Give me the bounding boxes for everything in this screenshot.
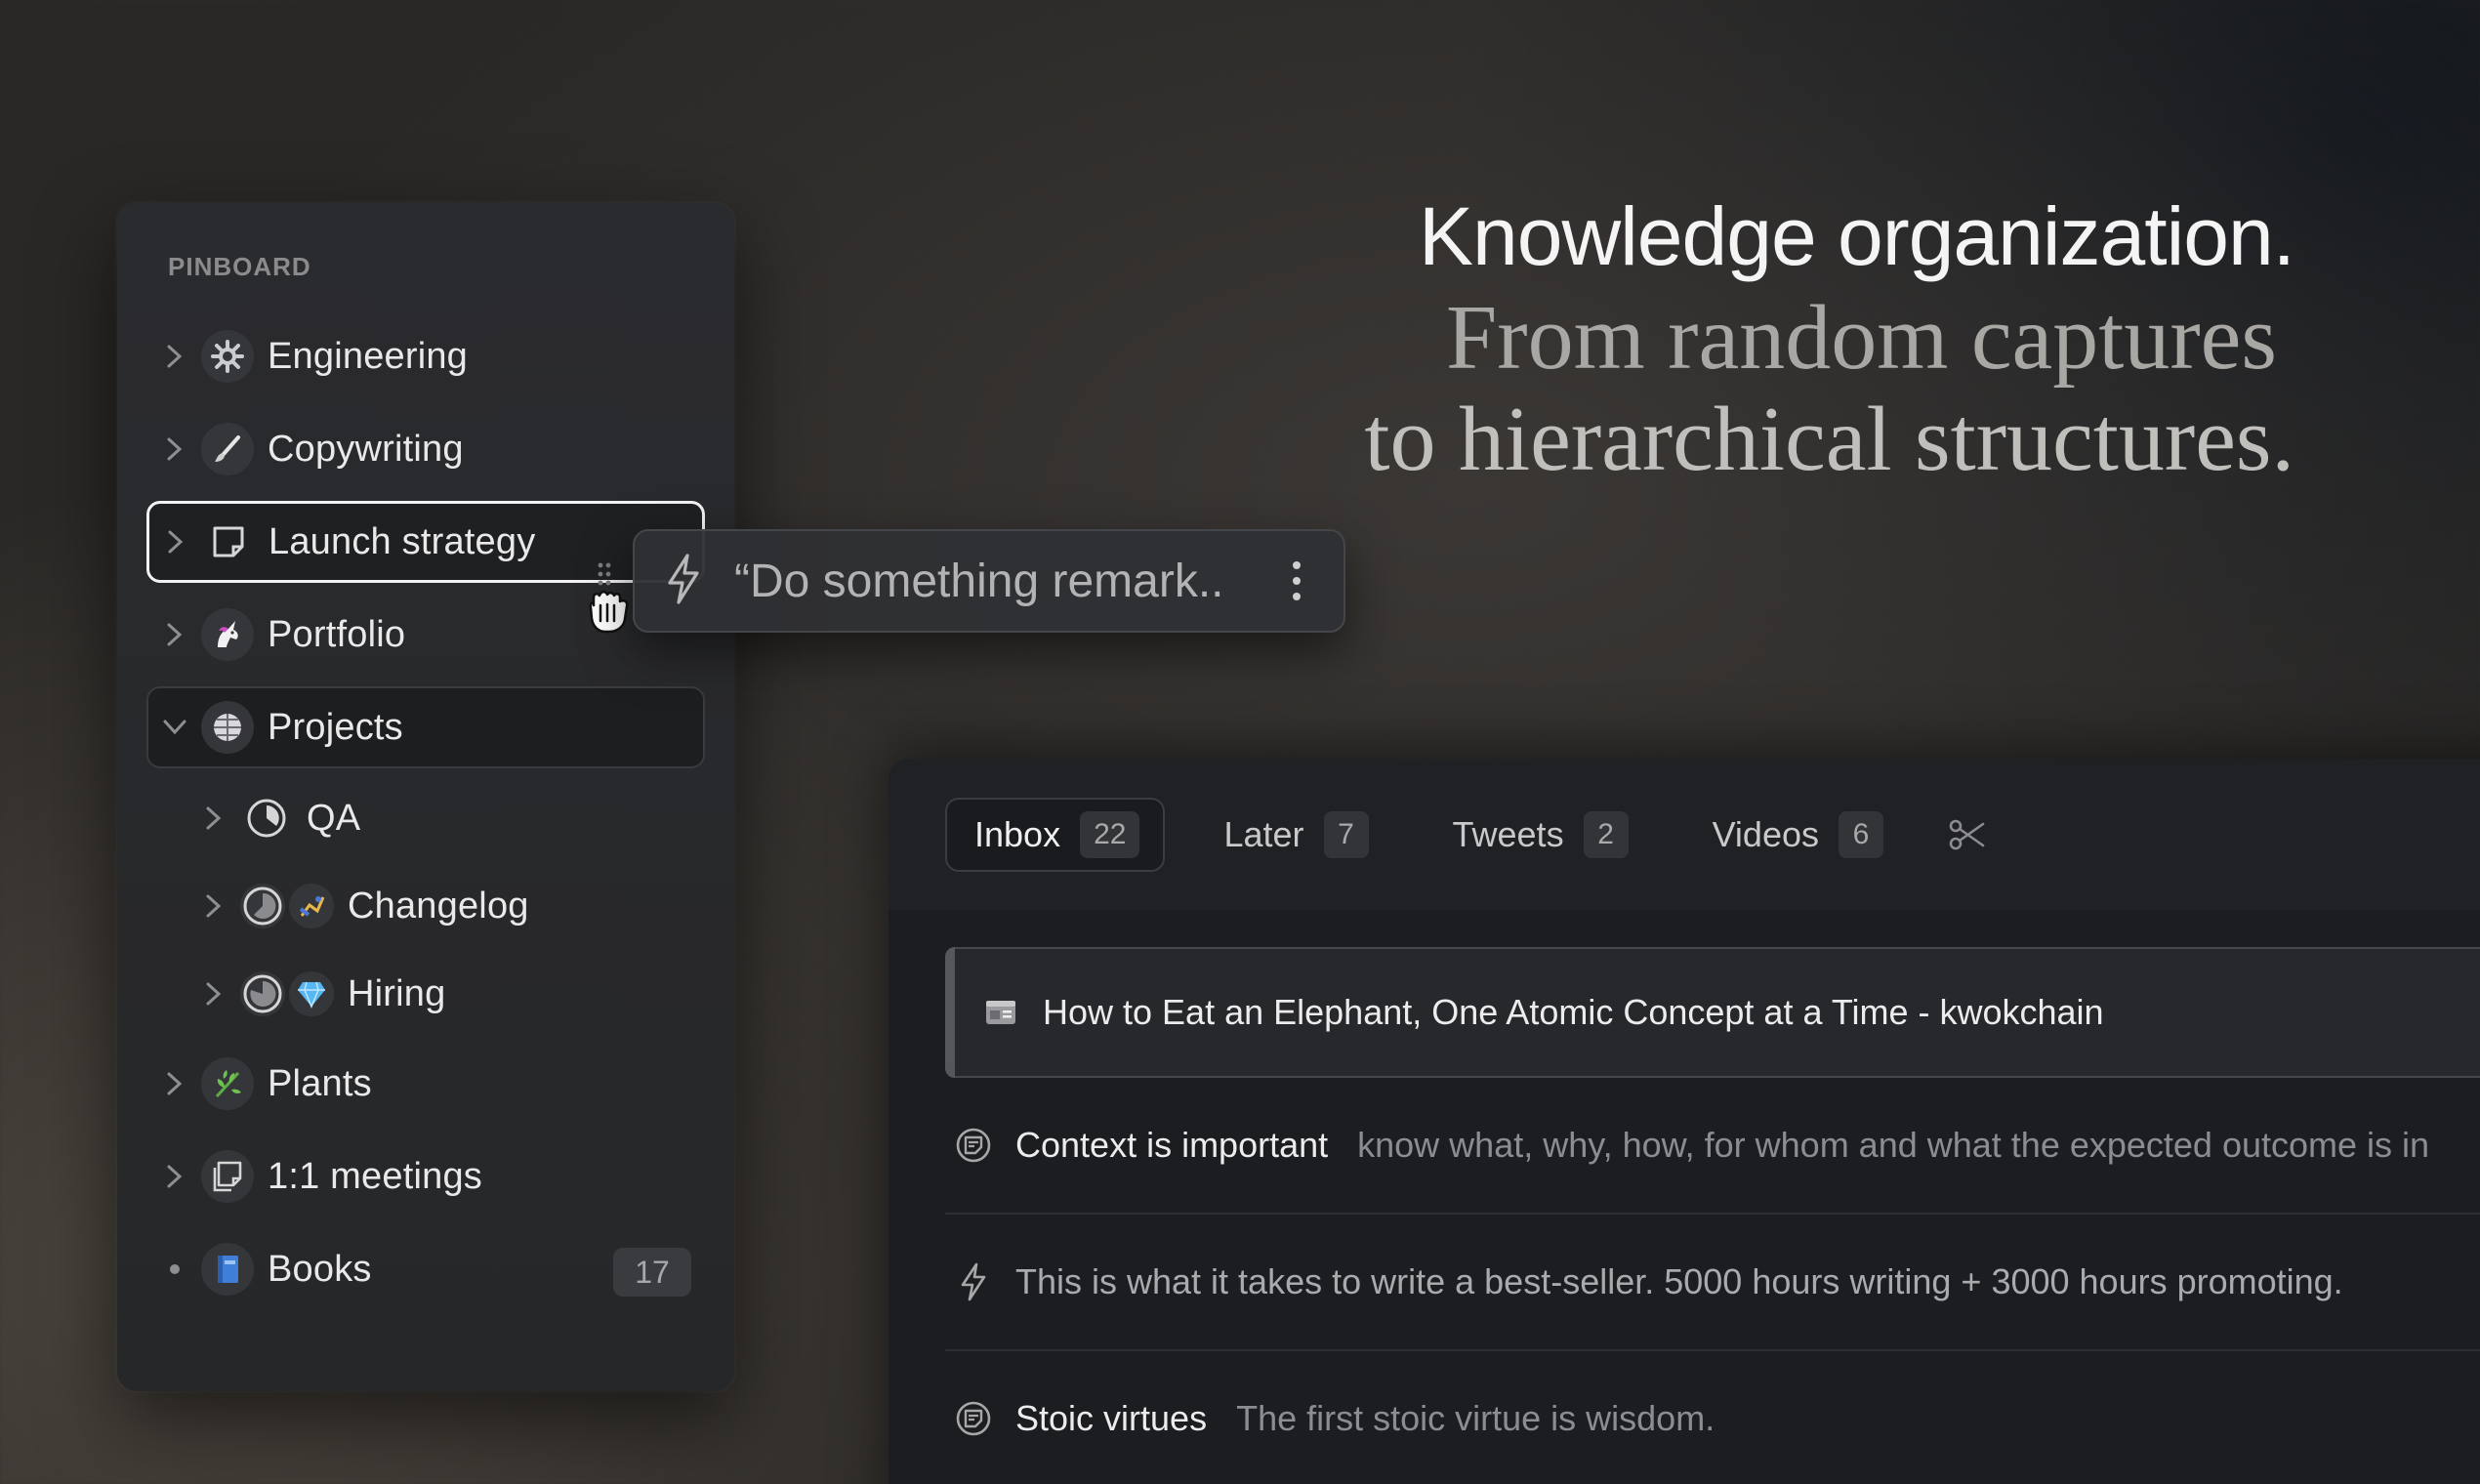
pinboard-sidebar: PINBOARD Engineering Copywriting Launch …	[117, 203, 734, 1391]
inbox-panel: Inbox 22 Later 7 Tweets 2 Videos 6 How t…	[889, 759, 2480, 1484]
stacked-notes-icon	[201, 1150, 254, 1203]
dragged-card-text: “Do something remark..	[734, 555, 1224, 607]
sidebar-item-launch-strategy[interactable]: Launch strategy	[146, 501, 705, 583]
tab-label: Inbox	[974, 813, 1061, 854]
sidebar-item-label: QA	[307, 797, 361, 839]
book-icon	[201, 1243, 254, 1296]
tab-label: Later	[1223, 813, 1304, 854]
list-item-title: This is what it takes to write a best-se…	[1015, 1261, 2343, 1301]
sidebar-item-label: Projects	[268, 706, 403, 748]
progress-icon	[240, 971, 285, 1016]
item-count-badge: 17	[613, 1248, 691, 1297]
globe-icon	[201, 701, 254, 754]
sidebar-item-plants[interactable]: Plants	[146, 1043, 705, 1125]
list-item[interactable]: This is what it takes to write a best-se…	[945, 1215, 2480, 1351]
inbox-list: How to Eat an Elephant, One Atomic Conce…	[889, 947, 2480, 1484]
scissors-icon[interactable]	[1938, 818, 1997, 851]
list-item[interactable]: How to Eat an Elephant, One Atomic Conce…	[945, 947, 2480, 1078]
note-icon	[953, 1398, 994, 1439]
sidebar-item-books[interactable]: Books 17	[146, 1228, 705, 1310]
webpage-icon	[980, 992, 1021, 1033]
diamond-icon	[289, 971, 334, 1016]
tab-count: 2	[1583, 810, 1629, 858]
sidebar-item-label: Launch strategy	[269, 520, 536, 562]
progress-and-launch-icons	[240, 880, 334, 932]
list-item[interactable]: Stoic virtues The first stoic virtue is …	[945, 1351, 2480, 1484]
hero-title: Knowledge organization.	[1419, 190, 2295, 282]
unicorn-icon	[201, 608, 254, 661]
hero-subtitle-line-2: to hierarchical structures.	[1364, 389, 2294, 490]
tab-videos[interactable]: Videos 6	[1683, 798, 1909, 872]
progress-icon	[240, 884, 285, 928]
brush-icon	[201, 423, 254, 475]
sidebar-item-changelog[interactable]: Changelog	[146, 867, 705, 945]
sidebar-item-1-1-meetings[interactable]: 1:1 meetings	[146, 1135, 705, 1217]
bullet-dot-icon	[148, 1264, 201, 1274]
sidebar-item-label: Books	[268, 1248, 372, 1290]
sidebar-item-label: Engineering	[268, 335, 469, 377]
sidebar-item-label: Copywriting	[268, 428, 464, 470]
tab-count: 22	[1080, 810, 1140, 858]
chevron-right-icon[interactable]	[187, 981, 240, 1007]
sidebar-item-copywriting[interactable]: Copywriting	[146, 408, 705, 490]
herb-icon	[201, 1057, 254, 1110]
sidebar-item-projects[interactable]: Projects	[146, 686, 705, 768]
grab-cursor-icon	[584, 588, 639, 639]
chevron-down-icon[interactable]	[148, 719, 201, 736]
sidebar-item-label: Plants	[268, 1062, 372, 1104]
sidebar-item-label: Changelog	[348, 885, 529, 927]
list-item-title: How to Eat an Elephant, One Atomic Conce…	[1043, 992, 2104, 1032]
progress-icon	[240, 792, 293, 845]
tab-inbox[interactable]: Inbox 22	[945, 797, 1166, 872]
chevron-right-icon[interactable]	[148, 436, 201, 462]
note-icon	[202, 515, 255, 568]
sidebar-item-qa[interactable]: QA	[146, 779, 705, 857]
note-icon	[953, 1125, 994, 1166]
chevron-right-icon[interactable]	[148, 1164, 201, 1189]
chevron-right-icon[interactable]	[149, 529, 202, 555]
sidebar-item-label: 1:1 meetings	[268, 1155, 482, 1197]
sidebar-item-engineering[interactable]: Engineering	[146, 315, 705, 397]
hero-headline: Knowledge organization. From random capt…	[1364, 186, 2295, 490]
tab-label: Tweets	[1452, 813, 1564, 854]
sidebar-title: PINBOARD	[168, 252, 311, 281]
chevron-right-icon[interactable]	[148, 1071, 201, 1096]
tab-count: 6	[1839, 810, 1883, 858]
chevron-right-icon[interactable]	[148, 622, 201, 647]
sidebar-item-label: Portfolio	[268, 613, 406, 655]
tab-count: 7	[1323, 810, 1369, 858]
hero-subtitle-line-1: From random captures	[1445, 287, 2277, 389]
sidebar-item-label: Hiring	[348, 972, 446, 1014]
lightning-icon	[953, 1261, 994, 1302]
progress-and-diamond-icons	[240, 968, 334, 1020]
tab-tweets[interactable]: Tweets 2	[1424, 798, 1654, 872]
list-item-description: The first stoic virtue is wisdom.	[1236, 1398, 1715, 1438]
chevron-right-icon[interactable]	[187, 893, 240, 919]
tab-later[interactable]: Later 7	[1194, 798, 1393, 872]
lightning-icon	[662, 552, 715, 611]
sidebar-item-hiring[interactable]: Hiring	[146, 955, 705, 1033]
chevron-right-icon[interactable]	[187, 805, 240, 831]
chevron-right-icon[interactable]	[148, 344, 201, 369]
gear-icon	[201, 330, 254, 383]
more-options-icon[interactable]	[1277, 561, 1316, 600]
dragged-card[interactable]: “Do something remark..	[633, 529, 1345, 633]
list-item[interactable]: Context is important know what, why, how…	[945, 1078, 2480, 1215]
list-item-title: Stoic virtues	[1015, 1398, 1208, 1438]
launch-icon	[289, 884, 334, 928]
list-item-title: Context is important	[1015, 1125, 1329, 1165]
tab-label: Videos	[1712, 813, 1819, 854]
tab-bar: Inbox 22 Later 7 Tweets 2 Videos 6	[889, 759, 2480, 910]
list-item-description: know what, why, how, for whom and what t…	[1357, 1125, 2430, 1165]
